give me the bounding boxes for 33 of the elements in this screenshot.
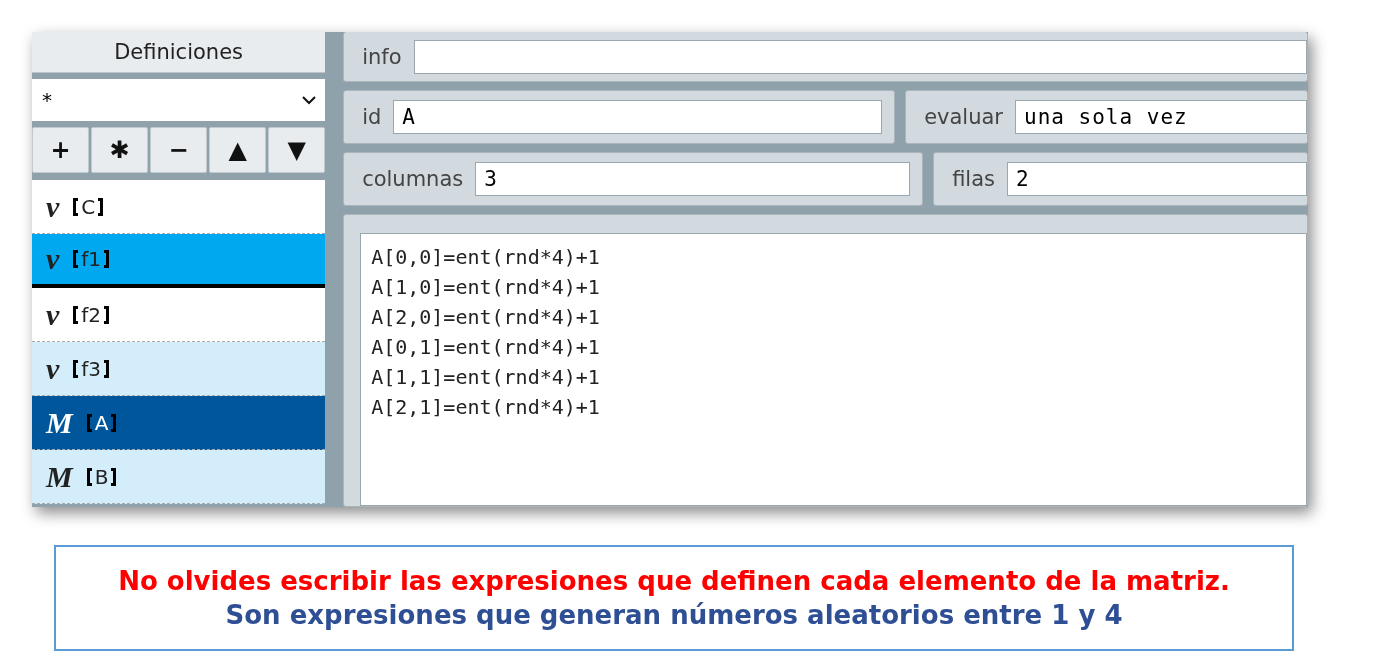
field-label: columnas [362, 167, 464, 191]
field-label: id [362, 105, 382, 129]
definition-item[interactable]: v C [32, 180, 326, 234]
definition-item[interactable]: v f1 [32, 234, 326, 288]
field-label: info [362, 44, 402, 69]
definition-item[interactable]: v f3 [32, 342, 326, 396]
toolbar-button[interactable]: + [32, 127, 90, 173]
definition-item[interactable]: M A [32, 396, 326, 450]
definition-item[interactable]: v f2 [32, 288, 326, 342]
evaluate-field[interactable]: una sola vez [1015, 100, 1307, 134]
expression-line: A[0,0]=ent(rnd*4)+1 [371, 244, 601, 271]
explanation-text: Son expresiones que generan números aleatorios entre 1 y 4 [225, 600, 1123, 630]
expression-line: A[1,1]=ent(rnd*4)+1 [371, 364, 601, 391]
expression-line: A[2,0]=ent(rnd*4)+1 [371, 304, 601, 331]
panel-title: Definiciones [32, 32, 326, 73]
filter-dropdown[interactable]: * [32, 79, 326, 121]
toolbar-button[interactable]: ▼ [268, 127, 326, 173]
expressions-editor[interactable]: A[0,0]=ent(rnd*4)+1 A[1,0]=ent(rnd*4)+1 A[2,0]=ent(rnd*4)+1 A[0,1]=ent(rnd*4)+1 A[1,1]=ent(rnd*4)+1 A[2,1]=ent(rnd*4)+1 [360, 233, 1307, 506]
toolbar-button[interactable]: ▲ [209, 127, 267, 173]
chevron-down-icon [301, 95, 318, 105]
toolbar-button[interactable]: ✱ [91, 127, 149, 173]
expression-line: A[2,1]=ent(rnd*4)+1 [371, 394, 601, 421]
expression-line: A[1,0]=ent(rnd*4)+1 [371, 274, 601, 301]
definition-item[interactable]: M B [32, 450, 326, 504]
field-label: evaluar [924, 105, 1003, 129]
expression-line: A[0,1]=ent(rnd*4)+1 [371, 334, 601, 361]
columns-field[interactable]: 3 [475, 162, 911, 196]
rows-field[interactable]: 2 [1007, 162, 1307, 196]
warning-text: No olvides escribir las expresiones que definen cada elemento de la matriz. [118, 566, 1230, 596]
id-field[interactable]: A [393, 100, 883, 134]
toolbar-button[interactable]: − [150, 127, 208, 173]
field-label: filas [952, 167, 995, 191]
info-field[interactable] [413, 39, 1307, 74]
